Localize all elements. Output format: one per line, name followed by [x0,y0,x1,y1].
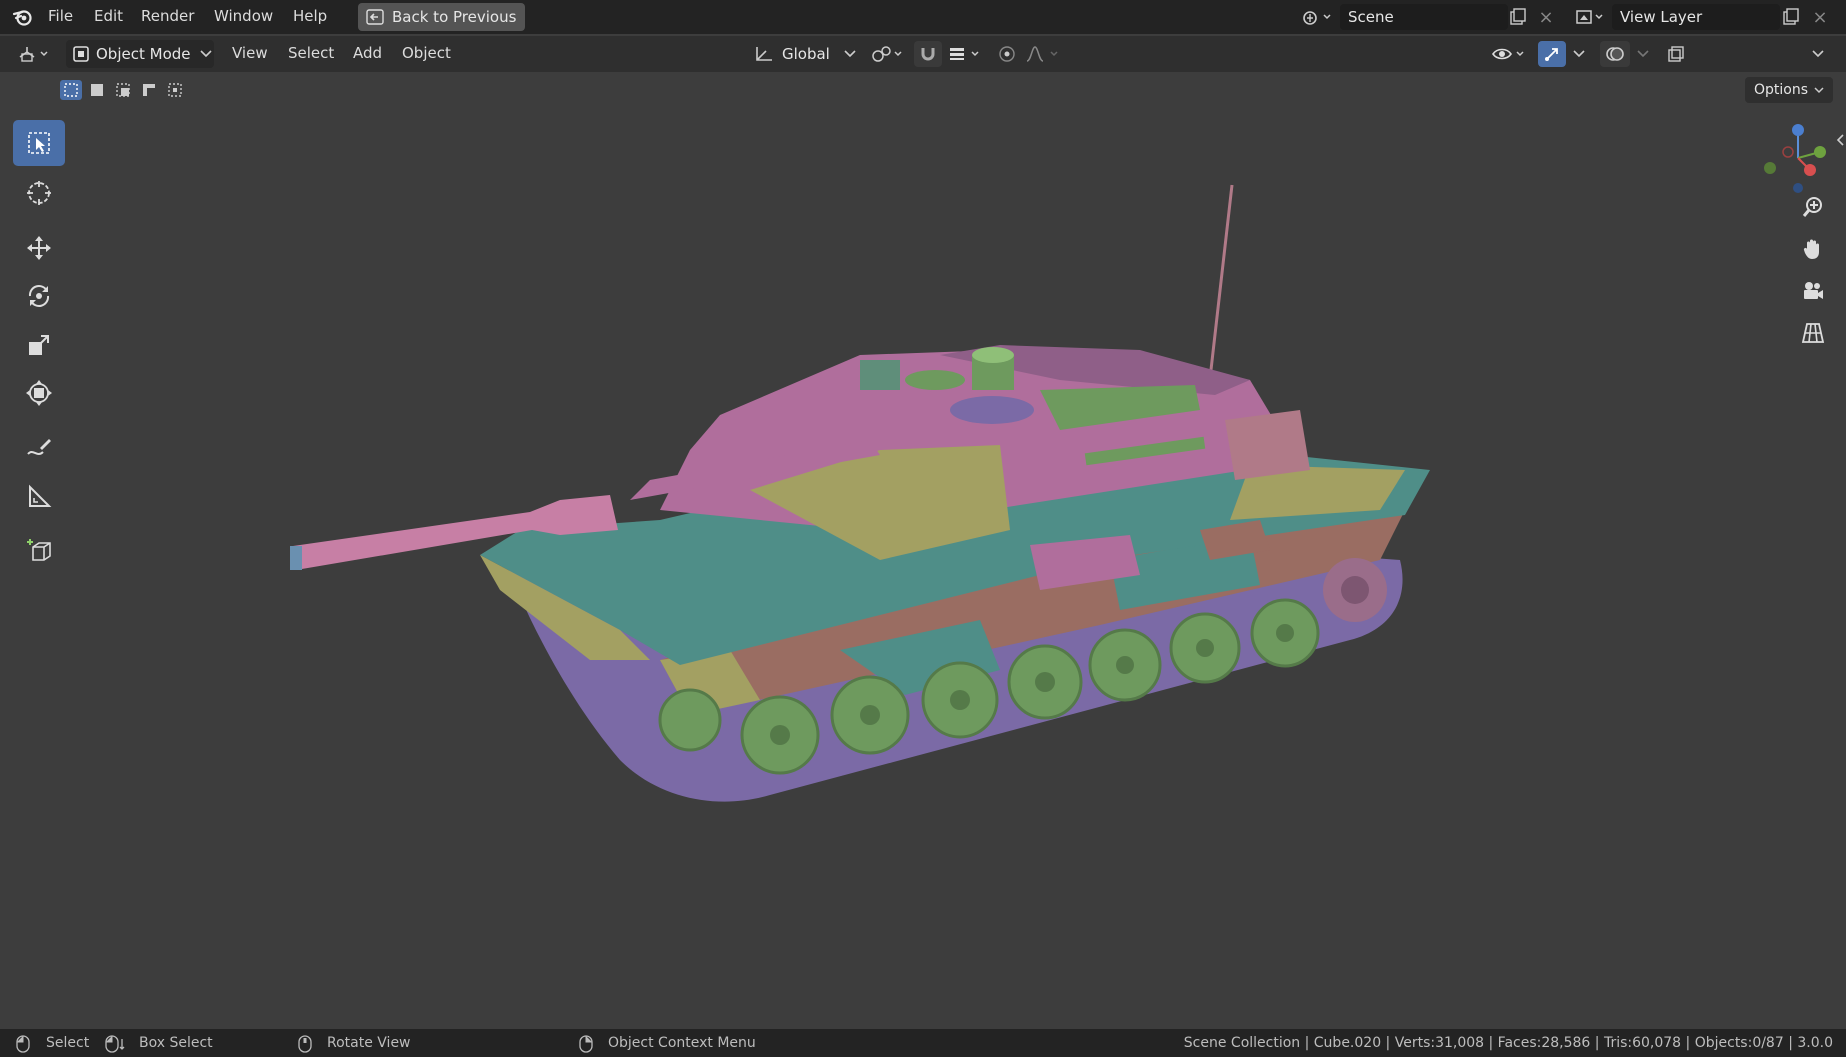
select-extend-icon[interactable] [86,80,108,100]
viewport-header: Object Mode View Select Add Object Globa… [0,36,1846,105]
transform-orientation-dropdown[interactable]: Global [750,40,858,68]
view-layer-field[interactable]: View Layer [1612,4,1780,30]
back-arrow-icon [366,9,384,25]
top-bar: File Edit Render Window Help Back to Pre… [0,0,1846,34]
new-scene-icon[interactable] [1505,5,1531,29]
tank-model [290,184,1430,802]
visibility-eye-icon[interactable] [1488,42,1530,66]
delete-view-layer-icon[interactable]: × [1808,5,1832,29]
view-layer-icon[interactable] [1570,4,1610,30]
menu-view[interactable]: View [232,44,268,62]
annotate-tool[interactable] [13,425,65,471]
menu-window[interactable]: Window [214,7,273,25]
move-icon [27,236,51,260]
measure-icon [29,484,52,507]
xray-toggle-icon[interactable] [1662,41,1690,67]
options-dropdown[interactable]: Options [1745,77,1833,103]
mouse-drag-icon [105,1035,129,1057]
select-intersect-icon[interactable] [164,80,186,100]
add-cube-tool[interactable] [13,528,65,574]
menu-help[interactable]: Help [293,7,327,25]
view-layer-name: View Layer [1620,8,1703,26]
camera-icon [1804,282,1823,299]
chevron-down-icon[interactable] [1808,42,1828,66]
mouse-right-icon [579,1035,593,1057]
gizmo-toggle-icon[interactable] [1538,41,1566,67]
menu-file[interactable]: File [48,7,73,25]
snap-target-icon[interactable] [944,42,986,66]
pan-view-button[interactable] [1794,230,1832,268]
proportional-editing-icon[interactable] [994,42,1020,66]
move-tool[interactable] [13,225,65,271]
status-rotate-view: Rotate View [327,1035,411,1051]
menu-object[interactable]: Object [402,44,451,62]
annotate-icon [27,439,51,455]
orientation-label: Global [782,45,830,63]
measure-tool[interactable] [13,474,65,520]
scene-type-icon[interactable] [1296,4,1338,30]
chevron-down-icon[interactable] [1568,42,1590,66]
select-box-icon [28,132,50,154]
overlays-icon[interactable] [1600,41,1630,67]
blender-logo-icon[interactable] [10,6,36,28]
scale-tool[interactable] [13,322,65,368]
chevron-down-icon [844,50,856,58]
mode-label: Object Mode [96,45,191,63]
editor-type-icon[interactable] [14,41,54,67]
new-view-layer-icon[interactable] [1778,5,1804,29]
menu-render[interactable]: Render [141,7,194,25]
back-to-previous-button[interactable]: Back to Previous [358,3,525,31]
3d-viewport[interactable]: Options [0,72,1846,1029]
scene-name-field[interactable]: Scene [1340,4,1508,30]
transform-tool[interactable] [13,370,65,416]
status-context-menu: Object Context Menu [608,1035,756,1051]
scene-name: Scene [1348,8,1394,26]
mouse-middle-icon [298,1035,312,1057]
snap-magnet-icon[interactable] [914,41,942,67]
tool-shelf [0,72,78,592]
menu-add[interactable]: Add [353,44,382,62]
navigation-gizmo[interactable] [1758,118,1838,198]
rotate-icon [28,285,50,307]
mouse-left-icon [16,1035,30,1057]
back-to-previous-label: Back to Previous [392,8,517,26]
hand-icon [1803,239,1819,259]
status-select: Select [46,1035,90,1051]
chevron-down-icon [199,50,212,58]
grid-perspective-icon [1801,323,1825,343]
chevron-down-icon[interactable] [1632,42,1654,66]
menu-select[interactable]: Select [288,44,334,62]
zoom-view-button[interactable] [1794,188,1832,226]
perspective-toggle-button[interactable] [1794,314,1832,352]
select-box-tool[interactable] [13,120,65,166]
delete-scene-icon[interactable]: × [1534,5,1558,29]
mode-dropdown[interactable]: Object Mode [66,40,214,68]
chevron-down-icon [1814,86,1824,94]
transform-icon [26,380,52,406]
zoom-icon [1802,197,1822,217]
cursor-icon [27,181,51,205]
status-box-select: Box Select [139,1035,213,1051]
rotate-tool[interactable] [13,273,65,319]
orientation-axes-icon [754,45,774,63]
cursor-tool[interactable] [13,170,65,216]
add-cube-icon [27,539,51,561]
camera-view-button[interactable] [1794,272,1832,310]
pivot-point-icon[interactable] [868,42,908,66]
select-subtract-icon[interactable] [112,80,134,100]
select-invert-icon[interactable] [138,80,160,100]
object-mode-icon [72,45,90,63]
status-scene-stats: Scene Collection | Cube.020 | Verts:31,0… [1183,1035,1833,1051]
proportional-falloff-icon[interactable] [1022,42,1066,66]
scale-icon [29,335,49,355]
sidebar-toggle-icon[interactable] [1834,130,1846,150]
options-label: Options [1753,82,1809,98]
status-bar: Select Box Select Rotate View Object Con… [0,1029,1846,1057]
menu-edit[interactable]: Edit [94,7,123,25]
